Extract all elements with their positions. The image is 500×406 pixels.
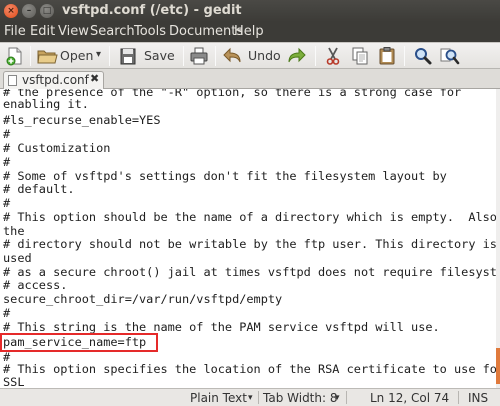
window-maximize-button[interactable]: □	[40, 4, 54, 18]
redo-button[interactable]	[285, 46, 307, 66]
menu-search[interactable]: Search	[90, 24, 135, 39]
editor-line: SSL	[3, 375, 25, 389]
tab-close-icon[interactable]: ✖	[90, 72, 99, 85]
window-close-button[interactable]: ×	[4, 4, 18, 18]
new-document-icon	[6, 47, 22, 66]
editor-line: #	[3, 155, 11, 169]
window-title: vsftpd.conf (/etc) - gedit	[62, 3, 242, 18]
editor-line: # as a secure chroot() jail at times vsf…	[3, 265, 500, 279]
copy-icon	[352, 47, 368, 65]
language-dropdown-icon[interactable]: ▾	[248, 393, 253, 403]
insert-mode-indicator: INS	[468, 391, 489, 405]
scrollbar-marker[interactable]	[496, 348, 500, 384]
copy-button[interactable]	[350, 46, 370, 66]
text-file-icon	[8, 75, 17, 86]
save-label[interactable]: Save	[144, 48, 175, 63]
cursor-position: Ln 12, Col 74	[370, 391, 450, 405]
menu-file[interactable]: File	[4, 24, 26, 39]
save-button[interactable]	[118, 46, 138, 66]
language-selector[interactable]: Plain Text	[190, 391, 247, 405]
find-button[interactable]	[413, 46, 433, 66]
annotation-highlight-box	[0, 333, 158, 352]
print-button[interactable]	[189, 46, 209, 66]
open-button[interactable]	[36, 46, 58, 66]
toolbar: Open ▾ Save Undo	[0, 42, 500, 69]
editor-line: secure_chroot_dir=/var/run/vsftpd/empty	[3, 292, 283, 306]
new-document-button[interactable]	[5, 46, 25, 66]
editor-line: # access.	[3, 278, 68, 292]
editor-line: #	[3, 127, 11, 141]
menu-help[interactable]: Help	[234, 24, 264, 39]
menu-view[interactable]: View	[58, 24, 89, 39]
redo-arrow-icon	[288, 47, 306, 63]
editor-line: #ls_recurse_enable=YES	[3, 113, 161, 127]
undo-arrow-icon	[223, 47, 241, 63]
editor-line: enabling it.	[3, 97, 89, 111]
editor-line: #	[3, 306, 11, 320]
editor-line: # default.	[3, 182, 75, 196]
document-tab-bar: vsftpd.conf ✖	[0, 69, 500, 89]
editor-line: # Customization	[3, 141, 111, 155]
menu-documents[interactable]: Documents	[169, 24, 243, 39]
status-bar: Plain Text ▾ Tab Width: 8 ▾ Ln 12, Col 7…	[0, 388, 500, 406]
tab-width-selector[interactable]: Tab Width: 8	[263, 391, 337, 405]
open-recent-dropdown-icon[interactable]: ▾	[96, 49, 101, 60]
editor-line: # directory should not be writable by th…	[3, 237, 497, 251]
save-icon	[120, 48, 136, 65]
cut-button[interactable]	[323, 46, 343, 66]
scissors-icon	[326, 47, 340, 65]
folder-open-icon	[37, 50, 58, 64]
clipboard-paste-icon	[379, 47, 395, 65]
find-replace-icon	[440, 48, 460, 65]
open-label[interactable]: Open	[60, 48, 93, 63]
tab-width-dropdown-icon[interactable]: ▾	[335, 393, 340, 403]
tab-label: vsftpd.conf	[22, 73, 89, 87]
search-icon	[415, 48, 432, 65]
editor-line: used	[3, 251, 32, 265]
window-minimize-button[interactable]: –	[22, 4, 36, 18]
tab-vsftpd-conf[interactable]: vsftpd.conf ✖	[3, 71, 104, 89]
editor-line: # This option specifies the location of …	[3, 362, 500, 376]
vertical-scrollbar[interactable]	[496, 89, 500, 388]
paste-button[interactable]	[377, 46, 397, 66]
printer-icon	[190, 47, 208, 65]
menu-edit[interactable]: Edit	[30, 24, 55, 39]
find-replace-button[interactable]	[440, 46, 460, 66]
undo-label[interactable]: Undo	[248, 48, 281, 63]
undo-button[interactable]	[222, 46, 244, 66]
title-bar: × – □ vsftpd.conf (/etc) - gedit	[0, 0, 500, 22]
editor-line: #	[3, 196, 11, 210]
editor-line: # This option should be the name of a di…	[3, 210, 500, 224]
text-editor-area[interactable]: # the presence of the "-R" option, so th…	[0, 89, 500, 388]
menu-bar: File Edit View Search Tools Documents He…	[0, 22, 500, 42]
menu-tools[interactable]: Tools	[134, 24, 166, 39]
